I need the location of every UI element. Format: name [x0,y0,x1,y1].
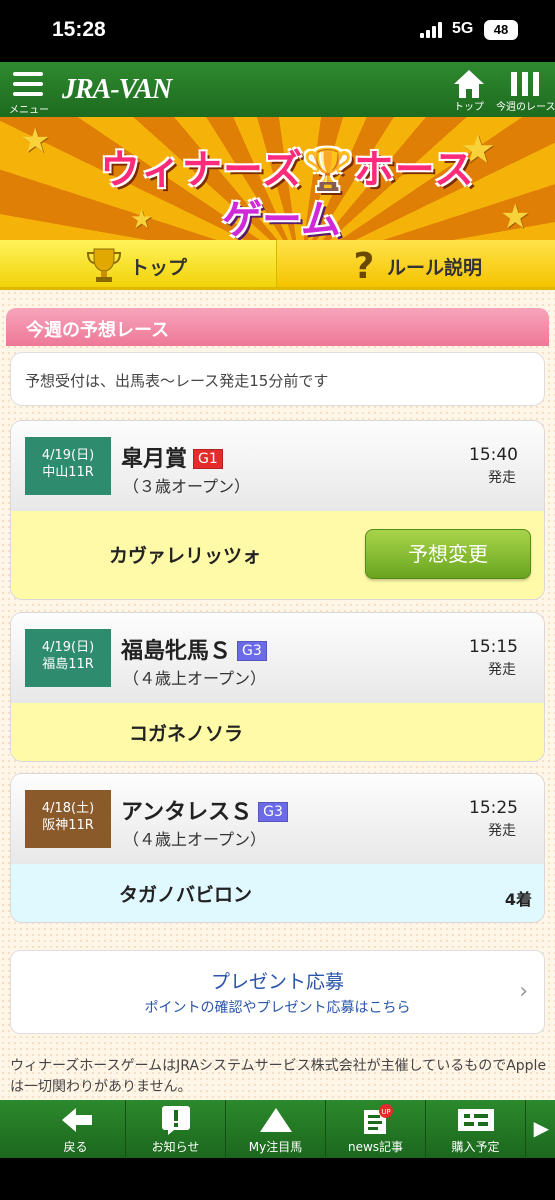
columns-icon [511,72,539,96]
disclaimer-text: ウィナーズホースゲームはJRAシステムサービス株式会社が主催しているものでApp… [10,1058,547,1095]
star-icon: ★ [130,205,154,235]
present-link[interactable]: プレゼント応募 ポイントの確認やプレゼント応募はこちら › [10,950,545,1034]
race-start-label: 発走 [488,823,516,839]
race-date-badge: 4/18(土) 阪神11R [25,790,111,848]
horse-icon [260,1108,292,1132]
race-venue: 福島11R [42,657,94,672]
tab-top-label: トップ [130,257,188,279]
this-week-races-button[interactable]: 今週のレース [496,66,555,114]
banner-title-line2: ゲーム [222,197,341,240]
status-time: 15:28 [52,18,106,41]
race-date-badge: 4/19(日) 中山11R [25,437,111,495]
tab-rules[interactable]: ? ルール説明 [277,240,555,290]
nav-my-horse-label: My注目馬 [248,1140,303,1154]
menu-button[interactable]: メニュー [8,66,50,116]
network-type: 5G [452,20,474,37]
predicted-horse: タガノバビロン [119,884,253,906]
race-card[interactable]: 4/19(日) 福島11R 福島牝馬Ｓ G3 （４歳上オープン） 15:15 発走… [10,612,545,762]
race-card[interactable]: 4/19(日) 中山11R 皐月賞 G1 （３歳オープン） 15:40 発走 カヴ… [10,420,545,600]
present-subtitle: ポイントの確認やプレゼント応募はこちら [144,1000,411,1016]
nav-notice-label: お知らせ [151,1140,200,1154]
main-content: 今週の予想レース 予想受付は、出馬表〜レース発走15分前です 4/19(日) 中… [0,290,555,1100]
race-date: 4/18(土) [41,801,95,816]
change-prediction-button[interactable]: 予想変更 [365,529,531,579]
hamburger-icon [13,72,43,96]
notice-icon [162,1106,190,1135]
prediction-row: カヴァレリッツォ 予想変更 [11,511,544,599]
nav-back[interactable]: 戻る [26,1100,126,1158]
race-header: 4/18(土) 阪神11R アンタレスＳ G3 （４歳上オープン） 15:25 発… [11,774,544,864]
race-time: 15:15 [469,637,518,657]
home-indicator-area [0,1158,555,1200]
game-banner: ★ ★ ★ ★ ウィナーズ🏆ホース ゲーム [0,117,555,240]
status-bar: 15:28 5G 48 [0,0,555,62]
news-icon: UP [364,1104,393,1134]
race-name: 皐月賞 G1 [121,441,223,473]
nav-notice[interactable]: お知らせ [126,1100,226,1158]
race-card[interactable]: 4/18(土) 阪神11R アンタレスＳ G3 （４歳上オープン） 15:25 発… [10,773,545,923]
race-name-text: 福島牝馬Ｓ [121,639,232,664]
svg-text:?: ? [354,246,375,284]
top-label: トップ [454,102,484,113]
app-header: メニュー JRA-VAN トップ 今週のレース [0,62,555,117]
race-header: 4/19(日) 福島11R 福島牝馬Ｓ G3 （４歳上オープン） 15:15 発走 [11,613,544,703]
race-time: 15:25 [469,798,518,818]
result-rank: 4着 [504,890,532,909]
notice-text: 予想受付は、出馬表〜レース発走15分前です [10,352,545,406]
star-icon: ★ [20,121,51,161]
present-title: プレゼント応募 [210,971,344,993]
week-label: 今週のレース [496,102,555,113]
race-name-text: アンタレスＳ [121,800,253,825]
race-venue: 中山11R [42,465,94,480]
play-arrow-icon[interactable]: ▶ [534,1116,549,1140]
menu-label: メニュー [9,105,49,116]
race-condition: （４歳上オープン） [123,830,267,849]
grade-badge: G1 [193,449,223,469]
prediction-row: コガネノソラ [11,703,544,761]
chevron-right-icon: › [519,979,528,1004]
battery-icon: 48 [484,20,518,40]
nav-purchase-label: 購入予定 [451,1140,500,1154]
predicted-horse: カヴァレリッツォ [109,545,262,567]
race-start-label: 発走 [488,662,516,678]
race-venue: 阪神11R [42,818,94,833]
race-condition: （４歳上オープン） [123,669,267,688]
predicted-horse: コガネノソラ [129,723,244,745]
signal-icon [420,22,446,38]
race-header: 4/19(日) 中山11R 皐月賞 G1 （３歳オープン） 15:40 発走 [11,421,544,511]
question-icon: ? [354,246,375,284]
race-name: アンタレスＳ G3 [121,794,288,826]
nav-back-label: 戻る [63,1140,88,1154]
grade-badge: G3 [237,641,267,661]
news-badge: UP [381,1108,390,1116]
race-time: 15:40 [469,445,518,465]
race-condition: （３歳オープン） [123,477,251,496]
tab-rules-label: ルール説明 [387,257,483,279]
race-name-text: 皐月賞 [121,447,188,472]
top-button[interactable]: トップ [446,66,492,114]
nav-news-label: news記事 [347,1140,404,1154]
race-start-label: 発走 [488,470,516,486]
race-date: 4/19(日) [41,640,95,655]
race-date: 4/19(日) [41,448,95,463]
tab-top[interactable]: トップ [0,240,277,290]
tab-bar: トップ ? ルール説明 [0,240,555,290]
arrow-left-icon [62,1108,92,1132]
nav-my-horse[interactable]: My注目馬 [226,1100,326,1158]
prediction-row: タガノバビロン 4着 [11,864,544,922]
grade-badge: G3 [258,802,288,822]
home-icon [454,70,484,98]
trophy-icon [86,248,122,282]
nav-purchase[interactable]: 購入予定 [426,1100,526,1158]
jra-van-logo: JRA-VAN [62,74,172,105]
section-title: 今週の予想レース [6,308,549,346]
star-icon: ★ [500,197,531,237]
race-name: 福島牝馬Ｓ G3 [121,633,267,665]
bottom-nav: 戻る お知らせ My注目馬 UP news記事 購入予定 ▶ [0,1100,555,1158]
nav-news[interactable]: UP news記事 [326,1100,426,1158]
race-date-badge: 4/19(日) 福島11R [25,629,111,687]
ticket-icon [458,1109,494,1131]
